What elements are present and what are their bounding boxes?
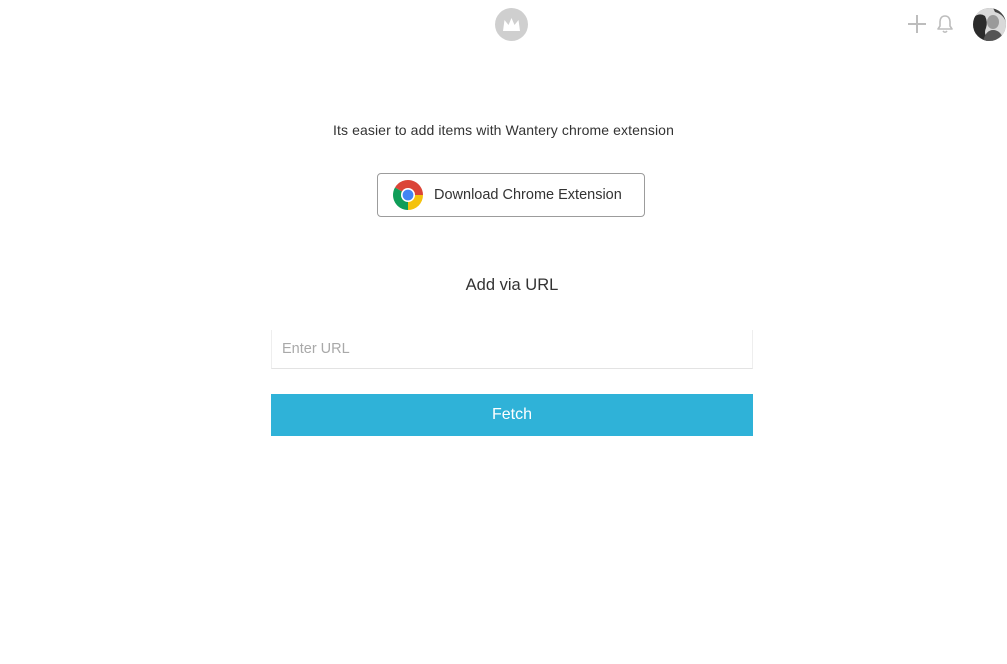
plus-icon[interactable] [906,13,928,35]
user-avatar[interactable] [973,8,1006,41]
url-input[interactable] [271,330,753,369]
chrome-icon [391,178,425,212]
download-chrome-extension-button[interactable]: Download Chrome Extension [377,173,645,217]
bell-icon[interactable] [934,13,956,35]
fetch-button[interactable]: Fetch [271,394,753,436]
add-via-url-title: Add via URL [465,276,559,294]
crown-logo-icon[interactable] [495,8,528,41]
download-chrome-extension-label: Download Chrome Extension [434,187,622,203]
chrome-extension-prompt: Its easier to add items with Wantery chr… [333,122,674,138]
